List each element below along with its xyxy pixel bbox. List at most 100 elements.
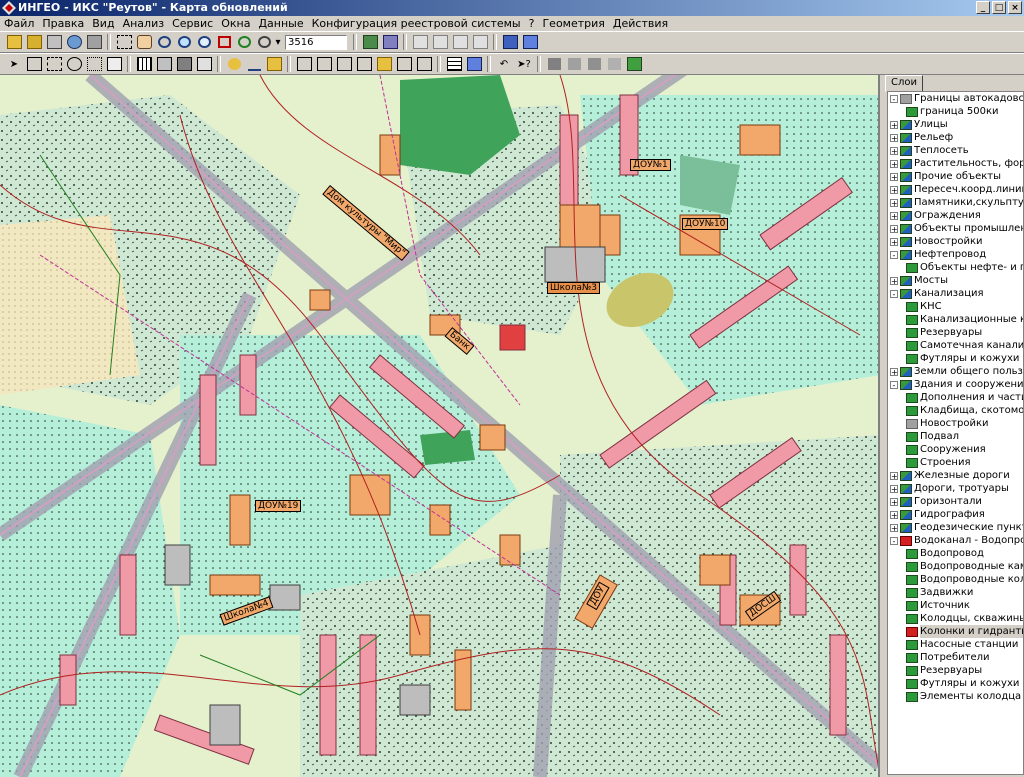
layer-item[interactable]: + Железные дороги xyxy=(888,469,1023,482)
pan-hand-icon[interactable] xyxy=(134,33,154,51)
node-delete-icon[interactable] xyxy=(354,55,374,73)
select-all-icon[interactable] xyxy=(104,55,124,73)
polygon-tool-icon[interactable] xyxy=(264,55,284,73)
delete-icon[interactable] xyxy=(470,33,490,51)
expand-icon[interactable]: + xyxy=(890,484,898,493)
dropdown-arrow-icon[interactable]: ▾ xyxy=(274,33,282,51)
scale-input[interactable]: 3516 xyxy=(285,34,347,50)
zoom-dropdown-icon[interactable] xyxy=(64,33,84,51)
layer-item[interactable]: - Здания и сооружения xyxy=(888,378,1023,391)
merge-icon[interactable] xyxy=(414,55,434,73)
maximize-button[interactable]: □ xyxy=(992,1,1006,14)
expand-icon[interactable]: + xyxy=(890,497,898,506)
network-icon[interactable] xyxy=(520,33,540,51)
layer-item[interactable]: Объекты нефте- и га xyxy=(888,261,1023,274)
menu-data[interactable]: Данные xyxy=(254,17,307,30)
map-canvas[interactable]: Дом культуры "Мир" Школа№3 ДОУ№10 ДОУ№19… xyxy=(0,75,880,777)
layer-item[interactable]: Колонки и гидранты xyxy=(888,625,1023,638)
collapse-icon[interactable]: - xyxy=(890,250,898,259)
layers-tree[interactable]: - Границы автокадовски граница 500ки + Улицы… xyxy=(887,91,1024,775)
layer-item[interactable]: Сооружения xyxy=(888,443,1023,456)
grid-icon-4[interactable] xyxy=(194,55,214,73)
layer-item[interactable]: Кладбища, скотомо xyxy=(888,404,1023,417)
context-help-icon[interactable]: ➤? xyxy=(514,55,534,73)
table-icon[interactable] xyxy=(444,55,464,73)
group-icon-4[interactable] xyxy=(604,55,624,73)
layer-item[interactable]: + Дороги, тротуары xyxy=(888,482,1023,495)
expand-icon[interactable]: + xyxy=(890,146,898,155)
open-folder-icon[interactable] xyxy=(4,33,24,51)
expand-icon[interactable]: + xyxy=(890,523,898,532)
layer-item[interactable]: Насосные станции xyxy=(888,638,1023,651)
layer-item[interactable]: + Прочие объекты xyxy=(888,170,1023,183)
layer-item[interactable]: Футляры и кожухи xyxy=(888,352,1023,365)
layer-item[interactable]: + Памятники,скульптуры, xyxy=(888,196,1023,209)
expand-icon[interactable]: + xyxy=(890,224,898,233)
layer-item[interactable]: Колодцы, скважины xyxy=(888,612,1023,625)
layer-item[interactable]: + Горизонтали xyxy=(888,495,1023,508)
grid-icon-3[interactable] xyxy=(174,55,194,73)
eraser-icon[interactable] xyxy=(44,33,64,51)
expand-icon[interactable]: + xyxy=(890,510,898,519)
expand-icon[interactable]: + xyxy=(890,367,898,376)
menu-analysis[interactable]: Анализ xyxy=(119,17,169,30)
help-pointer-icon[interactable] xyxy=(500,33,520,51)
layer-item[interactable]: + Мосты xyxy=(888,274,1023,287)
layer-item[interactable]: Футляры и кожухи xyxy=(888,677,1023,690)
tab-layers[interactable]: Слои xyxy=(885,75,923,92)
pencil-icon[interactable] xyxy=(374,55,394,73)
layer-item[interactable]: Канализационные к xyxy=(888,313,1023,326)
minimize-button[interactable]: _ xyxy=(976,1,990,14)
expand-icon[interactable]: + xyxy=(890,172,898,181)
collapse-icon[interactable]: - xyxy=(890,380,898,389)
layer-item[interactable]: - Канализация xyxy=(888,287,1023,300)
select-lasso-icon[interactable] xyxy=(84,55,104,73)
expand-icon[interactable]: + xyxy=(890,185,898,194)
layer-item[interactable]: + Улицы xyxy=(888,118,1023,131)
save-icon[interactable] xyxy=(380,33,400,51)
select-node-icon[interactable] xyxy=(24,55,44,73)
expand-icon[interactable]: + xyxy=(890,237,898,246)
copy-icon[interactable] xyxy=(410,33,430,51)
layer-item[interactable]: Задвижки xyxy=(888,586,1023,599)
menu-actions[interactable]: Действия xyxy=(609,17,672,30)
layer-item[interactable]: Резервуары xyxy=(888,326,1023,339)
folder-icon[interactable] xyxy=(24,33,44,51)
layer-item[interactable]: Самотечная канали: xyxy=(888,339,1023,352)
layer-item[interactable]: + Земли общего пользова xyxy=(888,365,1023,378)
expand-icon[interactable]: + xyxy=(890,276,898,285)
layer-item[interactable]: Потребители xyxy=(888,651,1023,664)
layer-item[interactable]: + Рельеф xyxy=(888,131,1023,144)
layer-item[interactable]: + Ограждения xyxy=(888,209,1023,222)
grid-icon-1[interactable] xyxy=(134,55,154,73)
line-tool-icon[interactable] xyxy=(244,55,264,73)
layer-item[interactable]: + Теплосеть xyxy=(888,144,1023,157)
split-icon[interactable] xyxy=(394,55,414,73)
select-circle-icon[interactable] xyxy=(64,55,84,73)
node-add-icon[interactable] xyxy=(314,55,334,73)
layer-item[interactable]: КНС xyxy=(888,300,1023,313)
undo-icon[interactable]: ↶ xyxy=(494,55,514,73)
collapse-icon[interactable]: - xyxy=(890,289,898,298)
group-icon-1[interactable] xyxy=(544,55,564,73)
group-icon-2[interactable] xyxy=(564,55,584,73)
menu-geometry[interactable]: Геометрия xyxy=(538,17,608,30)
menu-service[interactable]: Сервис xyxy=(168,17,217,30)
expand-icon[interactable]: + xyxy=(890,120,898,129)
menu-edit[interactable]: Правка xyxy=(38,17,88,30)
layer-item[interactable]: - Водоканал - Водопровод xyxy=(888,534,1023,547)
menu-view[interactable]: Вид xyxy=(88,17,118,30)
layer-item[interactable]: Источник xyxy=(888,599,1023,612)
group-icon-3[interactable] xyxy=(584,55,604,73)
layer-item[interactable]: - Нефтепровод xyxy=(888,248,1023,261)
layer-item[interactable]: Резервуары xyxy=(888,664,1023,677)
node-edit-icon[interactable] xyxy=(294,55,314,73)
layer-item[interactable]: Водопровод xyxy=(888,547,1023,560)
paste-icon[interactable] xyxy=(450,33,470,51)
layers-icon[interactable] xyxy=(360,33,380,51)
menu-registry-config[interactable]: Конфигурация реестровой системы xyxy=(308,17,525,30)
select-area-icon[interactable] xyxy=(44,55,64,73)
magnifier-icon[interactable] xyxy=(254,33,274,51)
layer-item[interactable]: Подвал xyxy=(888,430,1023,443)
zoom-refresh-icon[interactable] xyxy=(234,33,254,51)
